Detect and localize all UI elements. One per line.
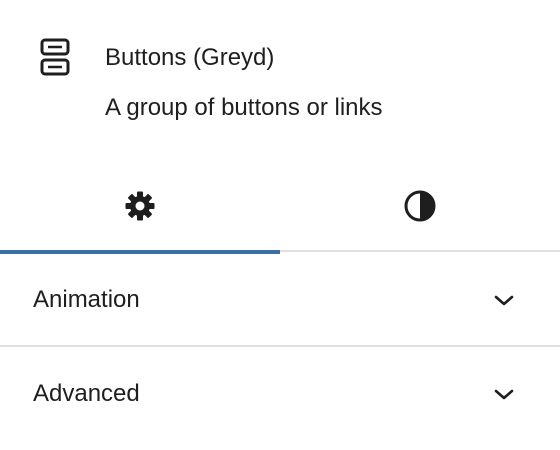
panel-animation-label: Animation xyxy=(33,286,140,313)
buttons-block-icon xyxy=(40,38,70,76)
block-card: Buttons (Greyd) A group of buttons or li… xyxy=(0,0,560,160)
block-title: Buttons (Greyd) xyxy=(105,44,275,71)
chevron-down-icon xyxy=(492,289,516,313)
gear-icon xyxy=(123,189,157,223)
tab-settings[interactable] xyxy=(0,160,280,254)
tab-styles[interactable] xyxy=(280,160,560,252)
panel-advanced-label: Advanced xyxy=(33,380,140,407)
panel-advanced-toggle[interactable]: Advanced xyxy=(0,347,560,441)
chevron-down-icon xyxy=(492,383,516,407)
inspector-tabs xyxy=(0,160,560,254)
block-description: A group of buttons or links xyxy=(105,94,383,121)
half-circle-contrast-icon xyxy=(403,189,437,223)
panel-animation-toggle[interactable]: Animation xyxy=(0,253,560,347)
